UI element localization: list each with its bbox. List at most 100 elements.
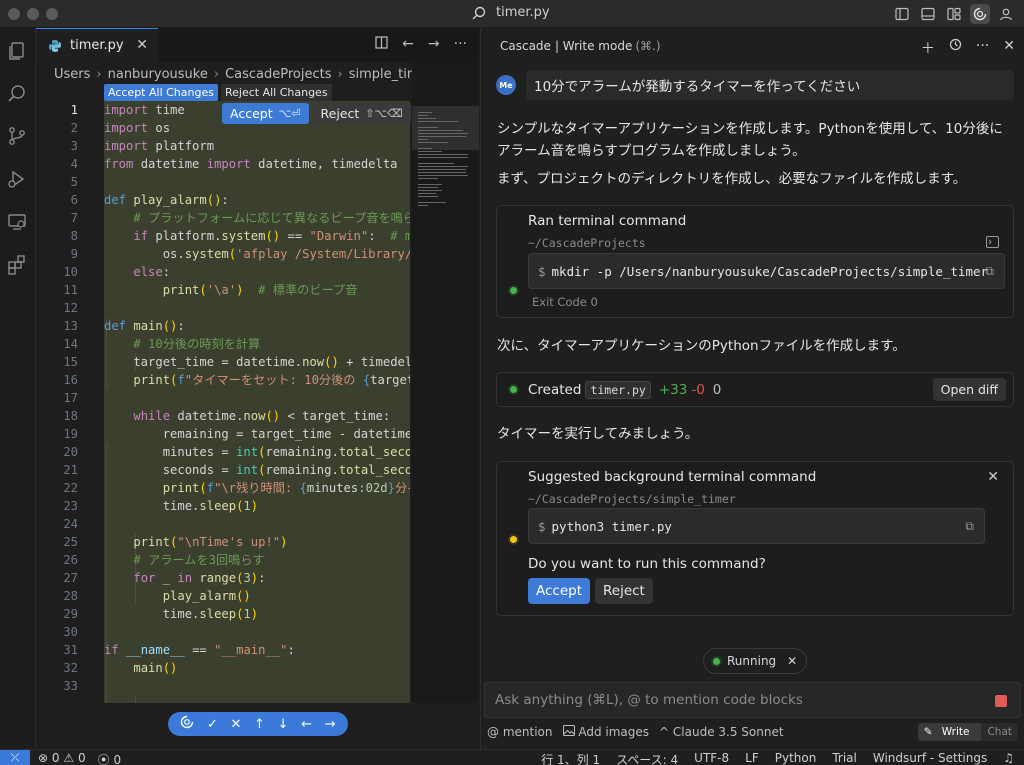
add-images-button[interactable]: Add images: [562, 725, 649, 739]
accept-change-button[interactable]: Accept ⌥⏎: [222, 103, 309, 124]
plan-status[interactable]: Trial: [832, 751, 857, 765]
remote-indicator-icon[interactable]: ⤫: [0, 750, 30, 765]
ports-indicator[interactable]: ⦿ 0: [98, 751, 121, 765]
split-editor-icon[interactable]: [375, 36, 388, 53]
code-line: 25 print("\nTime's up!"): [63, 535, 288, 549]
copy-icon[interactable]: ⧉: [985, 264, 994, 279]
chat-mode-tab[interactable]: Chat: [981, 723, 1018, 741]
customize-layout-icon[interactable]: [944, 4, 964, 24]
minimap[interactable]: [412, 62, 479, 702]
error-icon: ⊗: [38, 751, 49, 765]
run-question: Do you want to run this command?: [528, 556, 766, 572]
notifications-bell-icon[interactable]: ♫: [1003, 751, 1014, 765]
toggle-sidebar-icon[interactable]: [892, 4, 912, 24]
broadcast-icon: ⦿: [97, 753, 110, 765]
next-change-arrow-down-icon[interactable]: ↓: [278, 717, 289, 732]
image-icon: [562, 725, 575, 736]
card-path: ~/CascadeProjects: [528, 236, 646, 250]
accept-command-button[interactable]: Accept: [528, 578, 591, 604]
command-text[interactable]: python3 timer.py: [552, 519, 672, 534]
terminal-command-card: Ran terminal command ~/CascadeProjects $…: [496, 205, 1014, 318]
code-line: 3 import platform: [70, 139, 215, 153]
model-selector[interactable]: ^ Claude 3.5 Sonnet: [659, 725, 784, 739]
history-icon[interactable]: [949, 38, 962, 58]
stop-generation-button[interactable]: [995, 695, 1007, 707]
remote-explorer-icon[interactable]: [6, 211, 28, 233]
more-options-icon[interactable]: ···: [976, 38, 989, 58]
card-path: ~/CascadeProjects/simple_timer: [528, 492, 736, 506]
language-mode[interactable]: Python: [775, 751, 817, 765]
cascade-toggle-icon[interactable]: [970, 4, 990, 24]
minimize-window-button[interactable]: [27, 8, 39, 20]
exit-code: Exit Code 0: [532, 295, 598, 309]
chevron-up-icon: ^: [659, 725, 670, 739]
stop-running-close-icon[interactable]: ✕: [787, 654, 797, 668]
explorer-icon[interactable]: [6, 40, 28, 62]
close-panel-icon[interactable]: ✕: [1003, 38, 1015, 58]
tab-label: timer.py: [70, 38, 124, 53]
close-window-button[interactable]: [8, 8, 20, 20]
breadcrumb-separator-icon: ›: [213, 66, 220, 82]
file-chip[interactable]: timer.py: [585, 381, 651, 399]
search-sidebar-icon[interactable]: [6, 83, 28, 105]
running-status-dot: [713, 657, 720, 665]
write-mode-tab[interactable]: ✎ Write: [917, 723, 982, 741]
prompt-dollar: $: [538, 263, 546, 279]
close-tab-icon[interactable]: ✕: [136, 37, 148, 53]
user-message: Me 10分でアラームが発動するタイマーを作ってください: [496, 70, 1014, 100]
breadcrumb-item[interactable]: Users: [54, 67, 90, 82]
open-diff-button[interactable]: Open diff: [932, 378, 1006, 401]
go-forward-icon[interactable]: →: [428, 36, 440, 53]
user-message-text[interactable]: 10分でアラームが発動するタイマーを作ってください: [526, 70, 1014, 100]
command-text[interactable]: mkdir -p /Users/nanburyousuke/CascadePro…: [552, 264, 989, 279]
run-debug-icon[interactable]: [6, 168, 28, 190]
warning-icon: ⚠: [63, 751, 75, 765]
command-center[interactable]: timer.py: [472, 5, 550, 20]
code-line: 20 minutes = int(remaining.total_secon: [63, 445, 410, 459]
extensions-icon[interactable]: [6, 254, 28, 276]
source-control-icon[interactable]: [6, 125, 28, 147]
suggested-command-card: Suggested background terminal command ✕ …: [496, 461, 1014, 616]
new-chat-plus-icon[interactable]: ＋: [921, 38, 935, 58]
more-actions-icon[interactable]: ···: [454, 36, 467, 53]
problems-indicator[interactable]: ⊗ 0 ⚠ 0: [38, 751, 86, 765]
pending-status-dot: [510, 536, 517, 543]
at-icon: @: [487, 725, 499, 739]
cascade-icon[interactable]: [180, 715, 194, 733]
previous-change-arrow-up-icon[interactable]: ↑: [254, 717, 265, 732]
reject-all-changes-button[interactable]: Reject All Changes: [220, 84, 332, 101]
indentation[interactable]: スペース: 4: [616, 751, 678, 765]
code-line: 33: [63, 679, 78, 693]
windsurf-settings[interactable]: Windsurf - Settings: [873, 751, 987, 765]
previous-file-arrow-left-icon[interactable]: ←: [301, 717, 312, 732]
dismiss-close-icon[interactable]: ✕: [987, 469, 999, 485]
chat-input[interactable]: Ask anything (⌘L), @ to mention code blo…: [484, 682, 1021, 718]
end-of-line[interactable]: LF: [745, 751, 759, 765]
success-status-dot: [510, 287, 517, 294]
cascade-title: Cascade: [500, 39, 551, 53]
open-terminal-icon[interactable]: [986, 236, 999, 252]
zoom-window-button[interactable]: [46, 8, 58, 20]
breadcrumb-item[interactable]: nanburyousuke: [108, 67, 208, 82]
accept-check-icon[interactable]: ✓: [207, 717, 218, 732]
assistant-paragraph: タイマーを実行してみましょう。: [497, 426, 699, 442]
toggle-panel-icon[interactable]: [918, 4, 938, 24]
status-bar: ⤫ ⊗ 0 ⚠ 0 ⦿ 0 行 1、列 1 スペース: 4 UTF-8 LF P…: [0, 749, 1024, 765]
tab-timer-py[interactable]: timer.py ✕: [36, 28, 158, 62]
account-icon[interactable]: [996, 4, 1016, 24]
mention-button[interactable]: @ mention: [487, 725, 553, 739]
next-file-arrow-right-icon[interactable]: →: [325, 717, 336, 732]
encoding[interactable]: UTF-8: [694, 751, 729, 765]
copy-icon[interactable]: ⧉: [965, 519, 974, 534]
go-back-icon[interactable]: ←: [402, 36, 414, 53]
accept-all-changes-button[interactable]: Accept All Changes: [104, 84, 218, 101]
code-editor[interactable]: 1 import time 2 import os 3 import platform…: [36, 101, 410, 703]
reject-command-button[interactable]: Reject: [595, 578, 653, 604]
code-line: 17: [63, 391, 78, 405]
reject-x-icon[interactable]: ✕: [231, 717, 242, 732]
code-line: 22 print(f"\r残り時間: {minutes:02d}分{: [63, 481, 410, 495]
reject-change-button[interactable]: Reject ⇧⌥⌫: [312, 103, 411, 124]
cursor-position[interactable]: 行 1、列 1: [541, 751, 600, 765]
breadcrumb-item[interactable]: CascadeProjects: [225, 67, 331, 82]
code-line: 32 main(): [63, 661, 178, 675]
